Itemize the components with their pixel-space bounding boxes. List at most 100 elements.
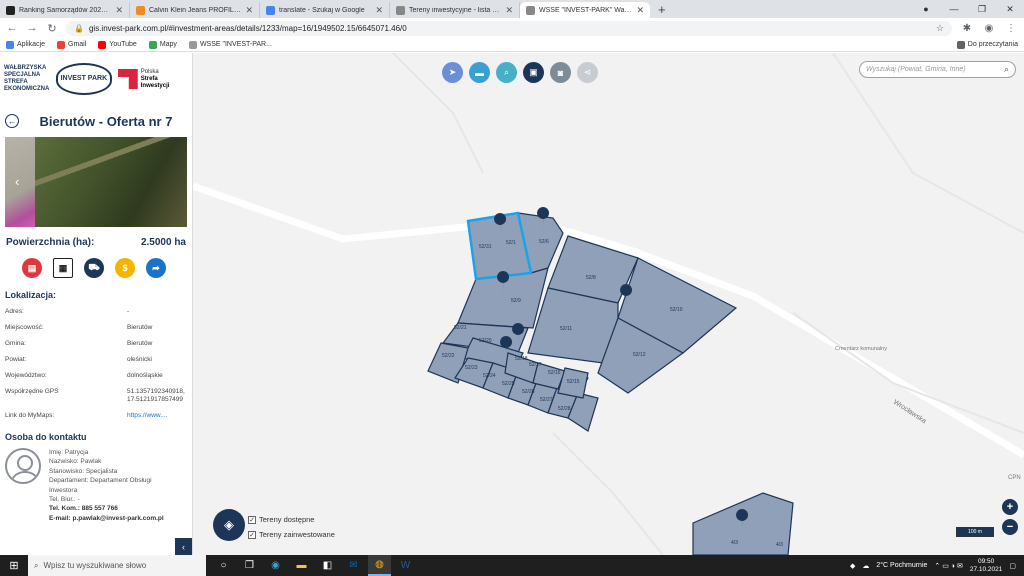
location-value: Bierutów	[127, 340, 153, 347]
back-icon[interactable]: ←	[6, 22, 18, 34]
legend-checkbox[interactable]: ✓	[248, 530, 256, 539]
clock[interactable]: 09:50 27.10.2021	[970, 558, 1003, 574]
word-icon[interactable]: W	[394, 555, 417, 576]
parcel-label: 52/6	[539, 239, 549, 245]
store-icon[interactable]: ◧	[316, 555, 339, 576]
search-icon[interactable]: ⌕	[1004, 64, 1009, 75]
tab-3[interactable]: translate - Szukaj w Google ✕	[260, 2, 390, 18]
parcel-label: 52/10	[670, 307, 683, 313]
file-explorer-icon[interactable]: ▬	[290, 555, 313, 576]
collapse-sidebar-icon[interactable]: ‹	[175, 538, 192, 555]
account-icon[interactable]: ◉	[982, 23, 996, 34]
mymaps-link[interactable]: https://www....	[127, 412, 167, 420]
close-tab-icon[interactable]: ✕	[115, 5, 123, 16]
tab-favicon	[396, 5, 405, 15]
taskbar-search[interactable]: ⌕ Wpisz tu wyszukiwane słowo	[28, 555, 206, 576]
close-window-icon[interactable]: ✕	[996, 4, 1024, 15]
lock-icon[interactable]: 🔒	[74, 24, 84, 33]
tab-title: Tereny inwestycyjne - lista - WSS	[409, 6, 501, 14]
close-tab-icon[interactable]: ✕	[505, 5, 513, 16]
camera-icon[interactable]: ◙	[550, 62, 571, 83]
zoom-out-button[interactable]: −	[1002, 519, 1018, 535]
bookmark-maps[interactable]: Mapy	[148, 40, 177, 49]
extensions-icon[interactable]: ✱	[960, 23, 974, 34]
bookmark-gmail[interactable]: Gmail	[57, 40, 86, 49]
parcel-label: 52/24	[483, 373, 496, 379]
zoom-icon[interactable]: ⌕	[496, 62, 517, 83]
parcel-label: 52/16	[548, 370, 561, 376]
weather-text[interactable]: 2°C Pochmurnie	[876, 562, 927, 569]
notification-icon[interactable]: ▢	[1009, 562, 1016, 570]
reading-list[interactable]: Do przeczytania	[956, 40, 1018, 49]
parcel-label: 52/12	[633, 352, 646, 358]
parcel-label: 52/25	[502, 381, 515, 387]
minimize-icon[interactable]: —	[940, 4, 968, 14]
map-canvas[interactable]: 52/31 52/1 52/6 52/8 52/9 52/10 52/11 52…	[193, 53, 1024, 555]
tab-favicon	[526, 5, 535, 15]
bookmark-youtube[interactable]: YouTube	[98, 40, 137, 49]
windows-start-icon[interactable]: ⊞	[0, 559, 28, 572]
layers-icon[interactable]: ◈	[213, 509, 245, 541]
ruler-icon[interactable]: ▬	[469, 62, 490, 83]
chevron-left-icon[interactable]: ‹	[15, 174, 19, 189]
contact-details: Imię: Patrycja Nazwisko: Pawlak Stanowis…	[49, 448, 169, 523]
url-field[interactable]: 🔒 gis.invest-park.com.pl/#investment-are…	[66, 20, 952, 36]
pdf-icon[interactable]: ▤	[22, 258, 42, 278]
location-row: Województwo: dolnośląskie	[0, 372, 192, 380]
legend-checkbox[interactable]: ✓	[248, 515, 256, 524]
share-icon[interactable]: ⋖	[577, 62, 598, 83]
weather-icon: ☁	[862, 562, 870, 570]
bookmark-apps[interactable]: Aplikacje	[6, 40, 45, 49]
share-arrow-icon[interactable]: ➦	[146, 258, 166, 278]
bookmark-wsse[interactable]: WSSE "INVEST-PAR...	[188, 40, 272, 49]
chrome-icon[interactable]: ◍	[368, 555, 391, 576]
restore-icon[interactable]: ❐	[968, 4, 996, 15]
pointer-icon[interactable]: ➤	[442, 62, 463, 83]
parcel-label: 52/8	[586, 275, 596, 281]
parcel-label: 52/17	[529, 362, 542, 368]
close-tab-icon[interactable]: ✕	[245, 5, 253, 16]
tab-2[interactable]: Calvin Klein Jeans PROFILE LACE ✕	[130, 2, 260, 18]
back-arrow-icon[interactable]: ←	[5, 114, 19, 128]
qr-code-icon[interactable]: ▦	[53, 258, 73, 278]
close-tab-icon[interactable]: ✕	[636, 5, 644, 16]
star-icon[interactable]: ☆	[936, 23, 944, 34]
tray-icons[interactable]: ⌃ ▭ ◑ ✉	[934, 562, 962, 570]
outlook-icon[interactable]: ✉	[342, 555, 365, 576]
shield-icon[interactable]: ◆	[850, 562, 855, 570]
forward-icon[interactable]: →	[26, 22, 38, 34]
parcel-label: 52/28	[558, 406, 571, 412]
area-value: 2.5000 ha	[140, 237, 186, 248]
bookmarks-bar: Aplikacje Gmail YouTube Mapy WSSE "INVES…	[0, 38, 1024, 52]
contact-email[interactable]: E-mail: p.pawlak@invest-park.com.pl	[49, 514, 169, 523]
profile-dot-icon[interactable]: ●	[912, 4, 940, 14]
zoom-in-button[interactable]: +	[1002, 499, 1018, 515]
offer-title: Bierutów - Oferta nr 7	[39, 113, 173, 129]
address-bar: ← → ↻ 🔒 gis.invest-park.com.pl/#investme…	[0, 18, 1024, 38]
parcel-label: 52/20	[479, 338, 492, 344]
reload-icon[interactable]: ↻	[46, 22, 58, 35]
scale-bar: 100 m	[956, 527, 994, 537]
car-icon[interactable]: ⛟	[84, 258, 104, 278]
edge-icon[interactable]: ◉	[264, 555, 287, 576]
logo-row: WAŁBRZYSKA SPECJALNA STREFA EKONOMICZNA …	[0, 53, 192, 105]
tab-1[interactable]: Ranking Samorządów 2021: Oto ✕	[0, 2, 130, 18]
offer-photo: ‹	[5, 137, 187, 227]
psi-logo-mark	[117, 69, 138, 89]
tab-5-active[interactable]: WSSE "INVEST-PARK" Wałbrzyska✕	[520, 2, 650, 18]
cortana-icon[interactable]: ○	[212, 555, 235, 576]
tab-4[interactable]: Tereny inwestycyjne - lista - WSS ✕	[390, 2, 520, 18]
task-view-icon[interactable]: ❒	[238, 555, 261, 576]
tab-favicon	[136, 5, 145, 15]
apps-grid-icon	[6, 40, 14, 49]
map-search-input[interactable]: Wyszukaj (Powiat, Gmina, Inne) ⌕	[859, 61, 1016, 78]
offer-sidebar: WAŁBRZYSKA SPECJALNA STREFA EKONOMICZNA …	[0, 53, 193, 555]
dollar-icon[interactable]: $	[115, 258, 135, 278]
zoom-controls: + −	[1002, 499, 1018, 535]
contact-line: Departament: Departament Obsługi Inwesto…	[49, 477, 152, 494]
close-tab-icon[interactable]: ✕	[375, 5, 383, 16]
menu-icon[interactable]: ⋮	[1004, 23, 1018, 34]
print-icon[interactable]: ▣	[523, 62, 544, 83]
contact-line: Tel. Biur.: -	[49, 496, 80, 504]
new-tab-button[interactable]: +	[650, 2, 674, 18]
